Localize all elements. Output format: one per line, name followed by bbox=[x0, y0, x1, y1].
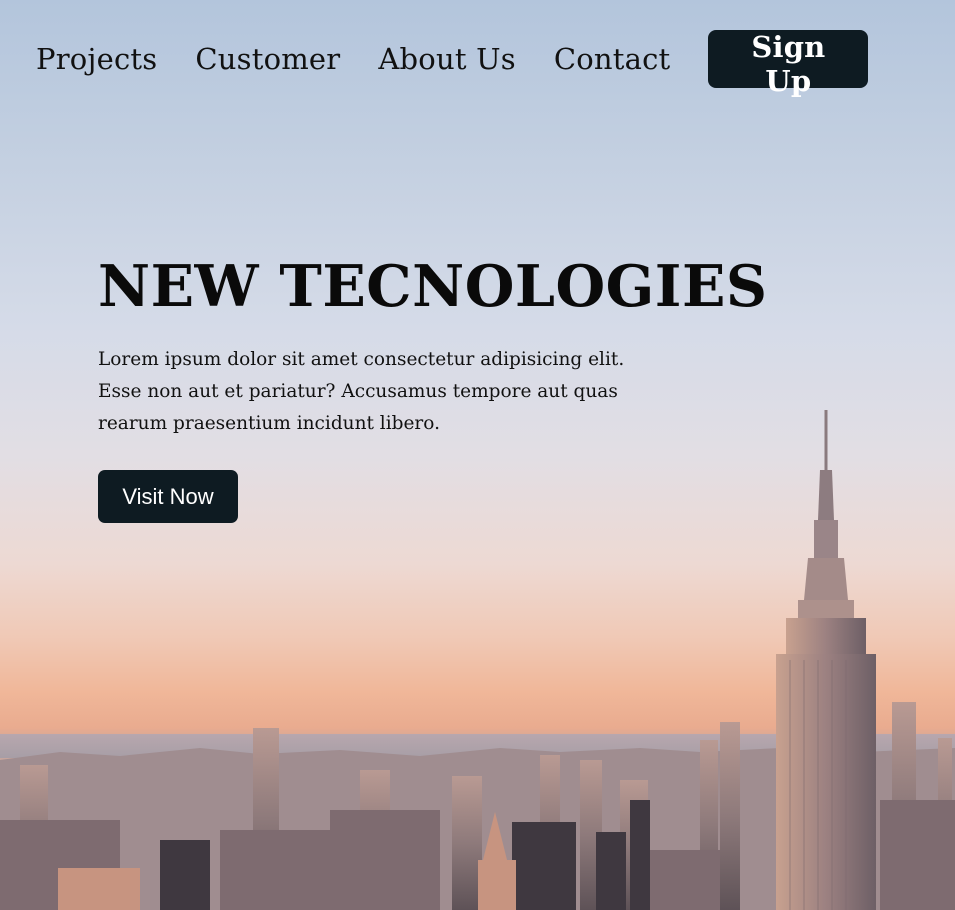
hero-description: Lorem ipsum dolor sit amet consectetur a… bbox=[98, 349, 625, 434]
top-navigation: Projects Customer About Us Contact Sign … bbox=[36, 30, 869, 98]
hero-title: NEW TECNOLOGIES bbox=[98, 253, 768, 320]
sign-up-button[interactable]: Sign Up bbox=[708, 30, 869, 98]
hero-section: Projects Customer About Us Contact Sign … bbox=[0, 0, 955, 910]
hero-content: NEW TECNOLOGIES Lorem ipsum dolor sit am… bbox=[98, 248, 768, 523]
nav-link-customer[interactable]: Customer bbox=[195, 42, 340, 76]
nav-link-about-us[interactable]: About Us bbox=[378, 42, 515, 76]
visit-now-button[interactable]: Visit Now bbox=[98, 470, 238, 523]
nav-link-projects[interactable]: Projects bbox=[36, 42, 157, 76]
nav-link-contact[interactable]: Contact bbox=[554, 42, 671, 76]
